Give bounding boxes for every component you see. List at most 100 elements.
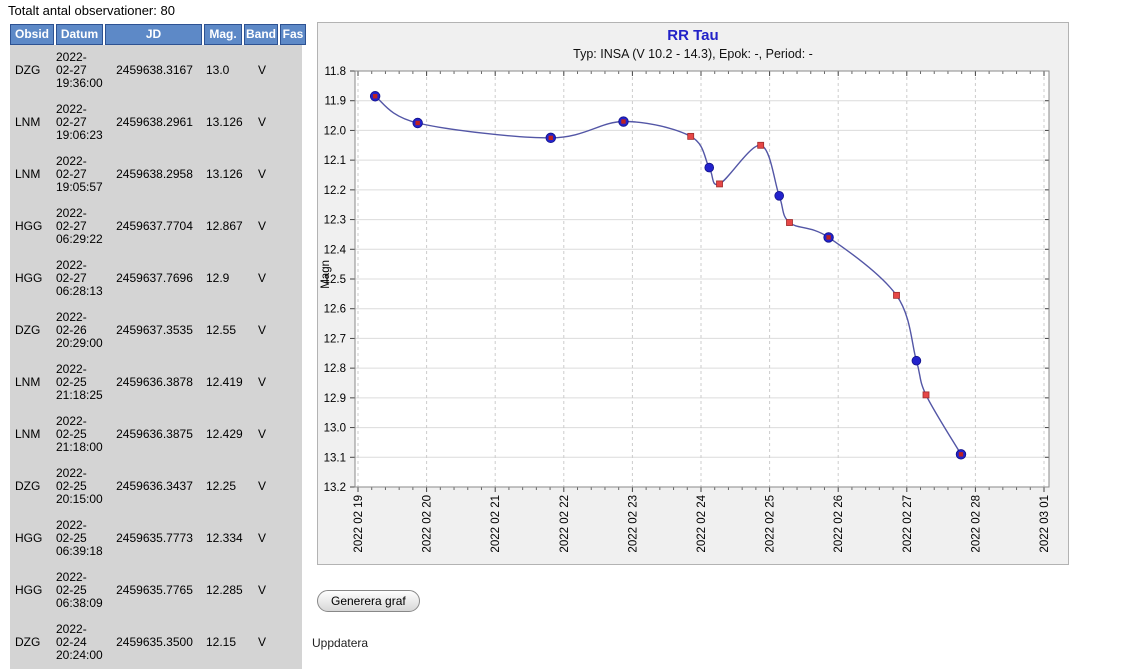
- x-tick-label: 2022 02 23: [627, 495, 639, 553]
- x-tick-label: 2022 02 21: [490, 495, 502, 553]
- cell-obsid: DZG: [10, 324, 56, 337]
- cell-datum: 2022-02-2706:28:13: [56, 259, 105, 298]
- cell-datum: 2022-02-2719:06:23: [56, 103, 105, 142]
- chart-title: RR Tau: [318, 27, 1068, 44]
- cell-datum: 2022-02-2521:18:00: [56, 415, 105, 454]
- cell-jd: 2459638.2958: [105, 168, 204, 181]
- cell-mag: 12.867: [204, 220, 244, 233]
- cell-datum: 2022-02-2506:39:18: [56, 519, 105, 558]
- x-tick-label: 2022 02 24: [696, 494, 708, 552]
- table-row: HGG2022-02-2706:29:222459637.770412.867V: [10, 201, 302, 253]
- table-row: HGG2022-02-2506:38:092459635.776512.285V: [10, 565, 302, 617]
- cell-band: V: [244, 584, 280, 597]
- column-header-datum: Datum: [56, 24, 103, 45]
- table-row: DZG2022-02-2420:24:002459635.350012.15V: [10, 617, 302, 669]
- cell-obsid: HGG: [10, 532, 56, 545]
- table-row: LNM2022-02-2719:05:572459638.295813.126V: [10, 149, 302, 201]
- cell-band: V: [244, 480, 280, 493]
- y-axis-title: Magn: [320, 260, 332, 289]
- y-tick-label: 13.2: [324, 482, 346, 494]
- cell-jd: 2459635.3500: [105, 636, 204, 649]
- table-row: DZG2022-02-2719:36:002459638.316713.0V: [10, 45, 302, 97]
- table-row: LNM2022-02-2719:06:232459638.296113.126V: [10, 97, 302, 149]
- cell-datum: 2022-02-2506:38:09: [56, 571, 105, 610]
- data-point-square: [373, 94, 377, 98]
- cell-band: V: [244, 324, 280, 337]
- svg-text:2022 02 22: 2022 02 22: [559, 495, 571, 553]
- x-tick-label: 2022 02 26: [833, 495, 845, 553]
- cell-band: V: [244, 532, 280, 545]
- data-point-square: [621, 119, 625, 123]
- cell-mag: 12.429: [204, 428, 244, 441]
- table-row: HGG2022-02-2706:28:132459637.769612.9V: [10, 253, 302, 305]
- y-tick-label: 13.1: [324, 452, 346, 464]
- column-header-jd: JD: [105, 24, 202, 45]
- cell-band: V: [244, 64, 280, 77]
- svg-text:2022 02 23: 2022 02 23: [627, 495, 639, 553]
- cell-jd: 2459636.3878: [105, 376, 204, 389]
- column-header-band: Band: [244, 24, 278, 45]
- generate-graph-button[interactable]: Generera graf: [317, 590, 420, 612]
- table-row: LNM2022-02-2521:18:252459636.387812.419V: [10, 357, 302, 409]
- cell-obsid: LNM: [10, 428, 56, 441]
- y-tick-label: 12.8: [324, 363, 346, 375]
- x-tick-label: 2022 02 22: [559, 495, 571, 553]
- cell-datum: 2022-02-2520:15:00: [56, 467, 105, 506]
- svg-text:2022 02 27: 2022 02 27: [902, 495, 914, 553]
- cell-mag: 12.15: [204, 636, 244, 649]
- data-point-square: [959, 452, 963, 456]
- cell-mag: 12.55: [204, 324, 244, 337]
- cell-band: V: [244, 272, 280, 285]
- light-curve-panel: 11.811.912.012.112.212.312.412.512.612.7…: [317, 22, 1069, 565]
- total-observations-label: Totalt antal observationer: 80: [8, 3, 175, 18]
- cell-mag: 12.25: [204, 480, 244, 493]
- x-tick-label: 2022 02 27: [902, 495, 914, 553]
- svg-text:2022 02 21: 2022 02 21: [490, 495, 502, 553]
- data-point-square: [415, 121, 419, 125]
- cell-jd: 2459637.7696: [105, 272, 204, 285]
- cell-band: V: [244, 376, 280, 389]
- cell-jd: 2459638.2961: [105, 116, 204, 129]
- table-header-row: Obsid Datum JD Mag. Band Fas: [10, 24, 302, 45]
- table-row: DZG2022-02-2520:15:002459636.343712.25V: [10, 461, 302, 513]
- cell-mag: 13.126: [204, 168, 244, 181]
- cell-band: V: [244, 220, 280, 233]
- cell-datum: 2022-02-2620:29:00: [56, 311, 105, 350]
- column-header-fas: Fas: [280, 24, 306, 45]
- cell-obsid: DZG: [10, 636, 56, 649]
- x-tick-label: 2022 02 19: [353, 495, 365, 553]
- table-row: HGG2022-02-2506:39:182459635.777312.334V: [10, 513, 302, 565]
- svg-text:2022 02 26: 2022 02 26: [833, 495, 845, 553]
- cell-mag: 13.126: [204, 116, 244, 129]
- svg-text:2022 02 20: 2022 02 20: [422, 495, 434, 553]
- y-tick-label: 12.3: [324, 215, 346, 227]
- cell-obsid: LNM: [10, 376, 56, 389]
- cell-jd: 2459637.7704: [105, 220, 204, 233]
- table-row: DZG2022-02-2620:29:002459637.353512.55V: [10, 305, 302, 357]
- x-tick-label: 2022 03 01: [1039, 495, 1051, 553]
- cell-band: V: [244, 168, 280, 181]
- cell-obsid: LNM: [10, 116, 56, 129]
- cell-obsid: HGG: [10, 584, 56, 597]
- y-tick-label: 12.1: [324, 155, 346, 167]
- data-point-circle: [912, 356, 921, 365]
- data-point-square: [786, 220, 792, 226]
- cell-datum: 2022-02-2719:36:00: [56, 51, 105, 90]
- cell-mag: 12.9: [204, 272, 244, 285]
- cell-obsid: HGG: [10, 220, 56, 233]
- cell-jd: 2459635.7765: [105, 584, 204, 597]
- y-tick-label: 12.0: [324, 125, 346, 137]
- cell-mag: 13.0: [204, 64, 244, 77]
- data-point-square: [923, 392, 929, 398]
- cell-band: V: [244, 116, 280, 129]
- y-tick-label: 12.9: [324, 393, 346, 405]
- data-point-circle: [705, 163, 714, 172]
- cell-datum: 2022-02-2420:24:00: [56, 623, 105, 662]
- y-tick-label: 11.9: [324, 96, 346, 108]
- cell-obsid: HGG: [10, 272, 56, 285]
- svg-text:2022 03 01: 2022 03 01: [1039, 495, 1051, 553]
- light-curve-chart: 11.811.912.012.112.212.312.412.512.612.7…: [318, 23, 1068, 564]
- data-point-circle: [775, 191, 784, 200]
- data-point-square: [894, 292, 900, 298]
- cell-mag: 12.285: [204, 584, 244, 597]
